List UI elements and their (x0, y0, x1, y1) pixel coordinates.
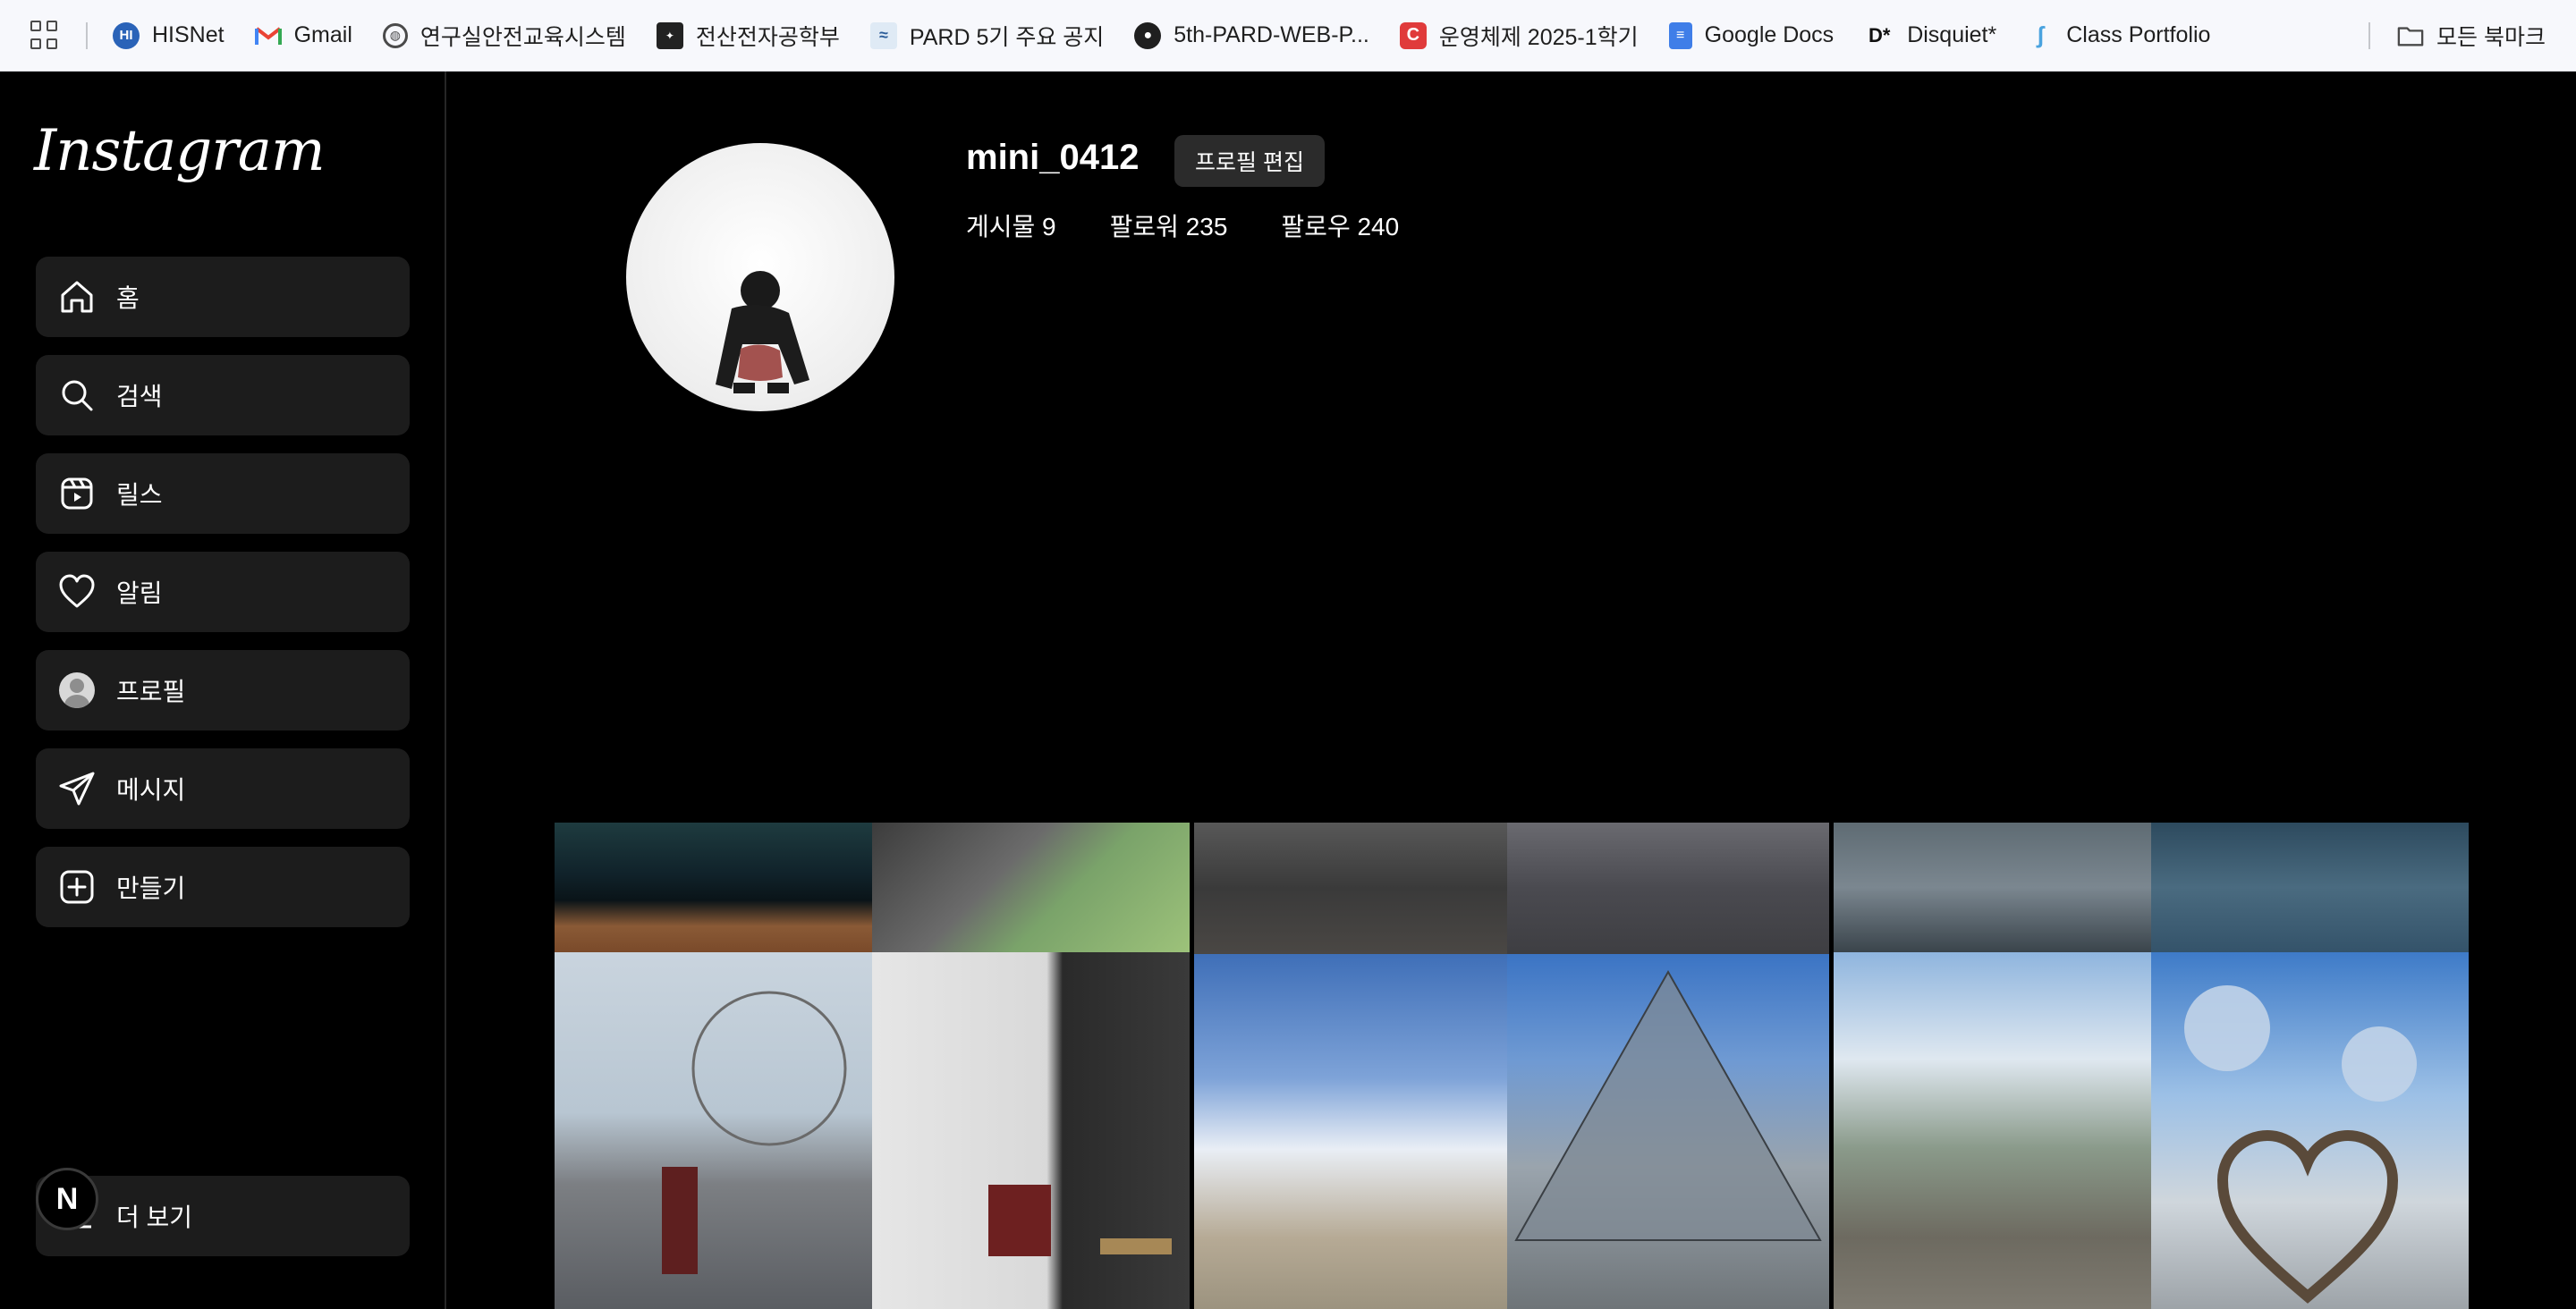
home-icon (57, 277, 97, 317)
all-bookmarks-button[interactable]: 모든 북마크 (2397, 20, 2546, 52)
all-bookmarks-label: 모든 북마크 (2436, 25, 2546, 50)
post-thumbnail[interactable] (1194, 954, 1507, 1309)
docs-icon: ≡ (1668, 21, 1692, 49)
bakery-person-illustration (988, 1185, 1172, 1256)
github-icon: ● (1134, 21, 1162, 49)
heart-icon (57, 572, 97, 612)
apps-grid-icon[interactable] (30, 20, 61, 51)
bookmark-github[interactable]: ● 5th-PARD-WEB-P... (1134, 21, 1369, 49)
nav-label: 메시지 (116, 776, 186, 804)
bookmark-label: 운영체제 2025-1학기 (1438, 24, 1639, 50)
bookmarks-divider (2368, 22, 2371, 49)
bookmarks-right: 모든 북마크 (2368, 0, 2546, 72)
post-thumbnail[interactable] (1507, 823, 1829, 954)
nav-label: 더 보기 (116, 1203, 193, 1231)
bookmark-lab-safety[interactable]: ◍ 연구실안전교육시스템 (382, 20, 626, 52)
reels-icon (57, 474, 97, 513)
profile-username: mini_0412 (966, 138, 1140, 177)
nav-messages[interactable]: 메시지 (36, 748, 410, 829)
nav-reels[interactable]: 릴스 (36, 453, 410, 534)
dept-icon: ✦ (656, 21, 683, 49)
bookmark-label: HISNet (152, 22, 225, 47)
nav-label: 만들기 (116, 874, 186, 902)
nav-label: 프로필 (116, 678, 186, 705)
bookmarks-bar: HI HISNet Gmail ◍ 연구실안전교육시스템 ✦ 전산전자공학부 ≈… (0, 0, 2576, 72)
search-icon (57, 376, 97, 415)
nav-label: 검색 (116, 383, 163, 410)
profile-stats: 게시물 9 팔로워 235 팔로우 240 (966, 207, 1453, 243)
bookmark-disquiet[interactable]: D* Disquiet* (1864, 22, 1996, 49)
bookmark-gmail[interactable]: Gmail (254, 22, 352, 49)
post-thumbnail[interactable] (1507, 954, 1829, 1309)
posts-count[interactable]: 게시물 9 (966, 207, 1056, 243)
post-thumbnail[interactable] (872, 823, 1190, 952)
post-thumbnail[interactable] (1834, 823, 2151, 952)
bookmark-hisnet[interactable]: HI HISNet (113, 21, 225, 49)
bookmark-class-portfolio[interactable]: ʃ Class Portfolio (2027, 21, 2211, 49)
disquiet-icon: D* (1868, 23, 1891, 46)
folder-icon (2397, 22, 2424, 49)
plus-square-icon (57, 867, 97, 907)
post-thumbnail[interactable] (1834, 952, 2151, 1309)
bookmark-label: Google Docs (1704, 22, 1835, 47)
bookmark-label: 연구실안전교육시스템 (419, 24, 626, 50)
post-thumbnail[interactable] (2151, 952, 2469, 1309)
nav-label: 알림 (116, 579, 163, 607)
globe-icon: ◍ (382, 22, 408, 48)
nav-search[interactable]: 검색 (36, 355, 410, 435)
posts-grid (555, 823, 2469, 1309)
send-icon (57, 769, 97, 808)
portfolio-icon: ʃ (2036, 21, 2045, 48)
bookmark-label: PARD 5기 주요 공지 (909, 24, 1105, 50)
bookmark-label: Class Portfolio (2066, 22, 2211, 47)
heart-frame-illustration (2184, 985, 2417, 1304)
edit-profile-button[interactable]: 프로필 편집 (1174, 135, 1325, 187)
bookmarks-divider (86, 21, 88, 49)
pyramid-illustration (1514, 969, 1822, 1241)
post-thumbnail[interactable] (555, 823, 872, 952)
bookmark-label: 5th-PARD-WEB-P... (1174, 22, 1369, 47)
bookmark-department[interactable]: ✦ 전산전자공학부 (656, 20, 840, 52)
profile-person-illustration (716, 271, 809, 393)
following-count[interactable]: 팔로우 240 (1281, 207, 1399, 243)
post-thumbnail[interactable] (872, 952, 1190, 1309)
next-dev-badge[interactable]: N (36, 1168, 98, 1230)
nav-home[interactable]: 홈 (36, 257, 410, 337)
followers-count[interactable]: 팔로워 235 (1110, 207, 1228, 243)
nav-label: 홈 (116, 284, 140, 312)
nav-label: 릴스 (116, 481, 163, 509)
post-thumbnail[interactable] (1194, 823, 1507, 954)
sidebar: Instagram 홈 검색 릴스 알림 프로필 메시지 만들기 더 보기 (0, 72, 446, 1309)
nav-profile[interactable]: 프로필 (36, 650, 410, 731)
bookmark-pard[interactable]: ≈ PARD 5기 주요 공지 (869, 20, 1105, 52)
profile-picture[interactable] (626, 143, 894, 411)
nav-notifications[interactable]: 알림 (36, 552, 410, 632)
london-eye-illustration (662, 991, 847, 1274)
bookmark-label: 전산전자공학부 (695, 24, 840, 50)
hisnet-icon: HI (113, 21, 140, 49)
bookmark-label: Gmail (293, 22, 352, 47)
bookmark-label: Disquiet* (1907, 22, 1997, 47)
c-icon: C (1399, 21, 1427, 49)
instagram-logo[interactable]: Instagram (34, 118, 326, 184)
nav-create[interactable]: 만들기 (36, 847, 410, 927)
bookmark-google-docs[interactable]: ≡ Google Docs (1668, 21, 1835, 49)
wave-icon: ≈ (869, 21, 897, 49)
post-thumbnail[interactable] (2151, 823, 2469, 952)
avatar-icon (57, 671, 97, 710)
gmail-icon (254, 22, 282, 49)
bookmark-os-course[interactable]: C 운영체제 2025-1학기 (1399, 20, 1639, 52)
post-thumbnail[interactable] (555, 952, 872, 1309)
